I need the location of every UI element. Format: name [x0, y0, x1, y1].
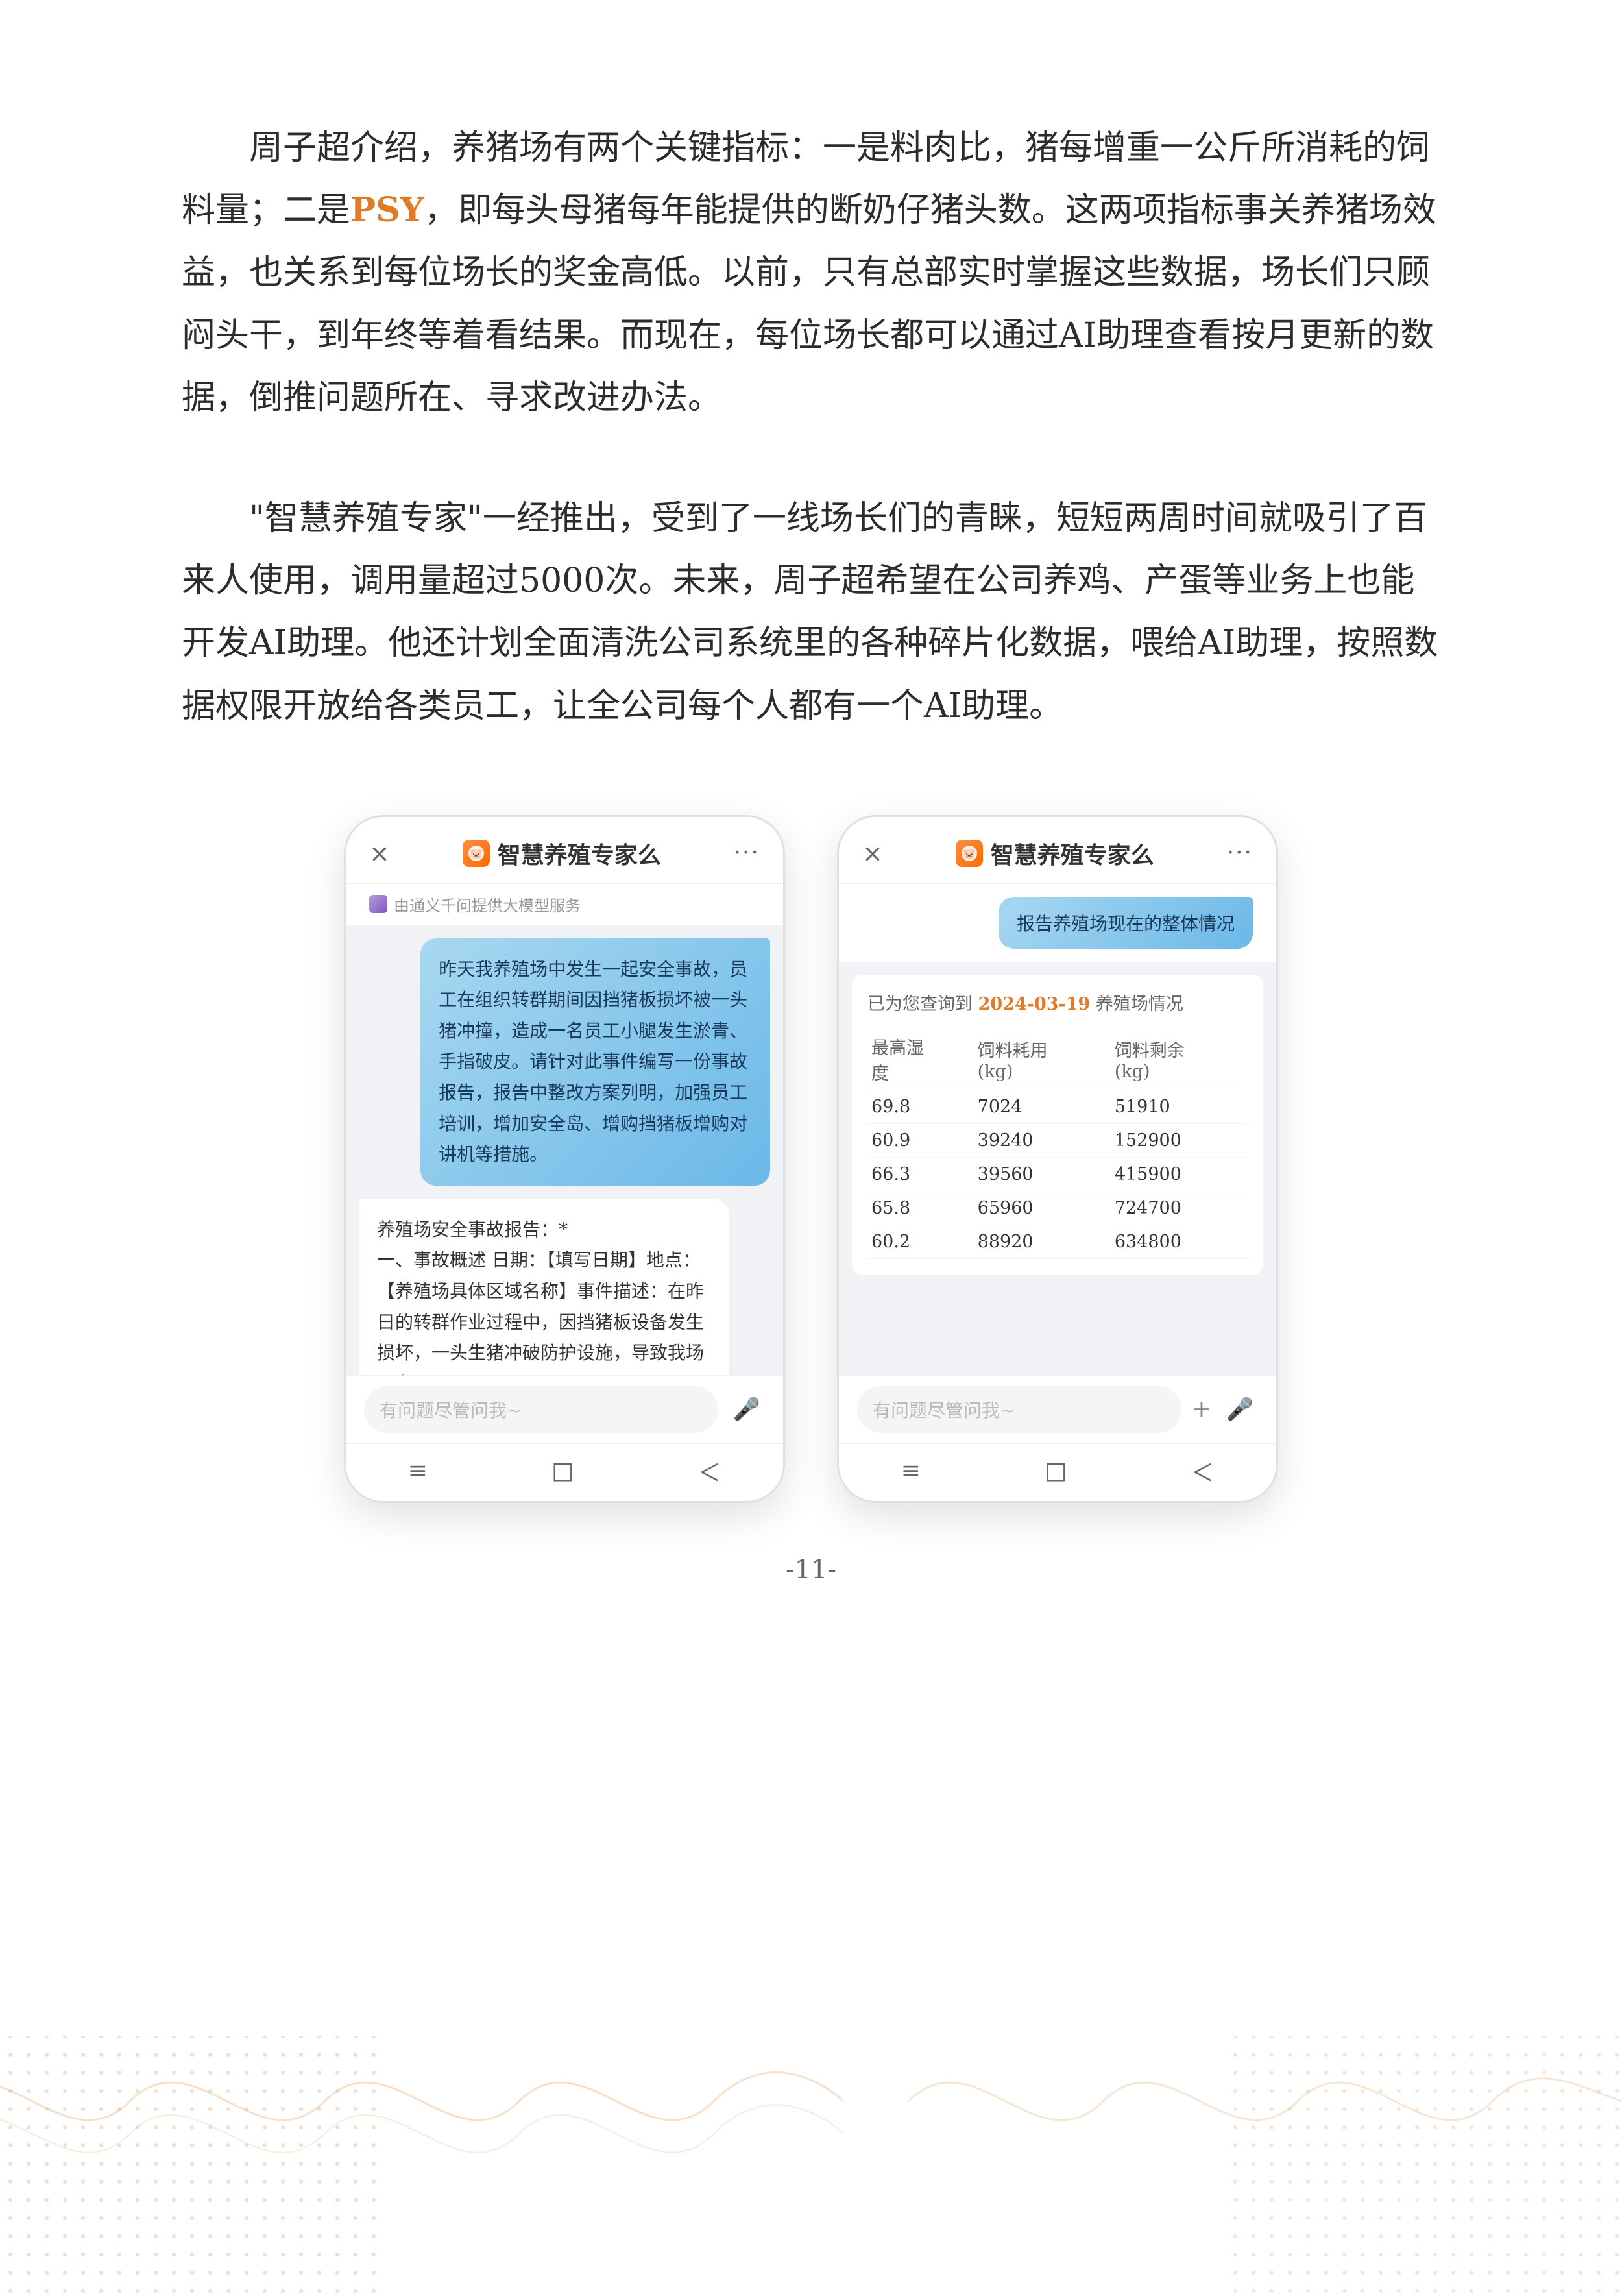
- phone-right-more-icon[interactable]: ···: [1227, 840, 1253, 866]
- table-row: 69.8 7024 51910: [867, 1090, 1248, 1123]
- phone-right-title: 智慧养殖专家么: [991, 837, 1154, 870]
- svg-text:🐷: 🐷: [470, 848, 483, 860]
- phone-left-input[interactable]: 有问题尽管问我~: [364, 1386, 718, 1433]
- cell-feed-remain-4: 724700: [1111, 1191, 1248, 1225]
- content-area: 周子超介绍，养猪场有两个关键指标：一是料肉比，猪每增重一公斤所消耗的饲料量；二是…: [0, 0, 1622, 1689]
- page-number: -11-: [182, 1555, 1440, 1585]
- ai-chat-bubble: 养殖场安全事故报告：* 一、事故概述 日期：【填写日期】地点：【养殖场具体区域名…: [359, 1199, 729, 1375]
- cell-feed-used-2: 39240: [974, 1123, 1111, 1157]
- svg-text:🐷: 🐷: [963, 848, 976, 860]
- phone-left-nav-menu[interactable]: ≡: [408, 1458, 428, 1484]
- table-row: 65.8 65960 724700: [867, 1191, 1248, 1225]
- phone-right-placeholder: 有问题尽管问我~: [873, 1400, 1015, 1421]
- phone-left-header: × 🐷 智慧养殖专家么 ···: [346, 817, 783, 884]
- cell-humidity-3: 66.3: [867, 1157, 974, 1191]
- cell-feed-remain-3: 415900: [1111, 1157, 1248, 1191]
- phone-right-query-header: 报告养殖场现在的整体情况: [839, 884, 1276, 962]
- phone-right-close-icon[interactable]: ×: [862, 839, 883, 868]
- phone-right-title-area: 🐷 智慧养殖专家么: [956, 837, 1154, 870]
- paragraph-2: "智慧养殖专家"一经推出，受到了一线场长们的青睐，短短两周时间就吸引了百来人使用…: [182, 487, 1440, 737]
- data-table: 最高湿度 饲料耗用(kg) 饲料剩余(kg) 69.8 7024 51910: [867, 1029, 1248, 1259]
- phone-left-bottom-nav: ≡ □ ＜: [346, 1443, 783, 1501]
- phone-left-app-icon: 🐷: [463, 840, 490, 867]
- phone-right-mic-icon[interactable]: 🎤: [1222, 1391, 1258, 1428]
- cell-humidity-1: 69.8: [867, 1090, 974, 1123]
- paragraph-1: 周子超介绍，养猪场有两个关键指标：一是料肉比，猪每增重一公斤所消耗的饲料量；二是…: [182, 117, 1440, 429]
- phone-left-close-icon[interactable]: ×: [369, 839, 390, 868]
- cell-feed-remain-1: 51910: [1111, 1090, 1248, 1123]
- table-row: 60.9 39240 152900: [867, 1123, 1248, 1157]
- phone-right-input[interactable]: 有问题尽管问我~: [857, 1386, 1181, 1433]
- date-highlight: 2024-03-19: [978, 994, 1091, 1014]
- decorative-background: [0, 1842, 1622, 2296]
- cell-humidity-4: 65.8: [867, 1191, 974, 1225]
- phone-right-table-area: 已为您查询到 2024-03-19 养殖场情况 最高湿度 饲料耗用(kg) 饲料…: [839, 962, 1276, 1375]
- table-row: 60.2 88920 634800: [867, 1225, 1248, 1258]
- cell-humidity-2: 60.9: [867, 1123, 974, 1157]
- table-result-header: 已为您查询到 2024-03-19 养殖场情况: [867, 990, 1248, 1018]
- phone-left-nav-home[interactable]: □: [551, 1458, 574, 1484]
- phone-right-input-bar: 有问题尽管问我~ + 🎤: [839, 1375, 1276, 1443]
- cell-humidity-5: 60.2: [867, 1225, 974, 1258]
- page-container: 周子超介绍，养猪场有两个关键指标：一是料肉比，猪每增重一公斤所消耗的饲料量；二是…: [0, 0, 1622, 2296]
- phone-left-input-bar: 有问题尽管问我~ 🎤: [346, 1375, 783, 1443]
- powered-icon: [369, 895, 387, 913]
- phone-left-nav-back[interactable]: ＜: [697, 1454, 721, 1488]
- cell-feed-used-4: 65960: [974, 1191, 1111, 1225]
- col-header-feed-used: 饲料耗用(kg): [974, 1029, 1111, 1090]
- phone-right-header: × 🐷 智慧养殖专家么 ···: [839, 817, 1276, 884]
- powered-text: 由通义千问提供大模型服务: [394, 893, 581, 916]
- phones-section: × 🐷 智慧养殖专家么 ··· 由: [182, 815, 1440, 1503]
- cell-feed-used-3: 39560: [974, 1157, 1111, 1191]
- phone-left-placeholder: 有问题尽管问我~: [380, 1400, 522, 1421]
- table-row: 66.3 39560 415900: [867, 1157, 1248, 1191]
- cell-feed-used-5: 88920: [974, 1225, 1111, 1258]
- table-result-card: 已为您查询到 2024-03-19 养殖场情况 最高湿度 饲料耗用(kg) 饲料…: [852, 975, 1263, 1275]
- phone-right-nav-menu[interactable]: ≡: [901, 1458, 921, 1484]
- user-chat-bubble: 昨天我养殖场中发生一起安全事故，员工在组织转群期间因挡猪板损坏被一头猪冲撞，造成…: [420, 938, 770, 1186]
- phone-left-mic-icon[interactable]: 🎤: [729, 1391, 765, 1428]
- phone-left-more-icon[interactable]: ···: [734, 840, 760, 866]
- col-header-humidity: 最高湿度: [867, 1029, 974, 1090]
- cell-feed-used-1: 7024: [974, 1090, 1111, 1123]
- query-bubble: 报告养殖场现在的整体情况: [999, 897, 1253, 949]
- phone-left: × 🐷 智慧养殖专家么 ··· 由: [344, 815, 785, 1503]
- col-header-feed-remain: 饲料剩余(kg): [1111, 1029, 1248, 1090]
- phone-right: × 🐷 智慧养殖专家么 ···: [837, 815, 1278, 1503]
- phone-left-chat: 昨天我养殖场中发生一起安全事故，员工在组织转群期间因挡猪板损坏被一头猪冲撞，造成…: [346, 925, 783, 1375]
- cell-feed-remain-2: 152900: [1111, 1123, 1248, 1157]
- phone-left-title: 智慧养殖专家么: [498, 837, 661, 870]
- phone-right-nav-back[interactable]: ＜: [1191, 1454, 1214, 1488]
- phone-left-powered: 由通义千问提供大模型服务: [346, 884, 783, 925]
- highlight-psy: PSY: [350, 190, 424, 230]
- phone-left-title-area: 🐷 智慧养殖专家么: [463, 837, 661, 870]
- query-text: 报告养殖场现在的整体情况: [1017, 913, 1235, 934]
- phone-right-nav-home[interactable]: □: [1045, 1458, 1067, 1484]
- phone-right-plus-icon[interactable]: +: [1192, 1396, 1211, 1423]
- cell-feed-remain-5: 634800: [1111, 1225, 1248, 1258]
- phone-right-bottom-nav: ≡ □ ＜: [839, 1443, 1276, 1501]
- phone-right-app-icon: 🐷: [956, 840, 983, 867]
